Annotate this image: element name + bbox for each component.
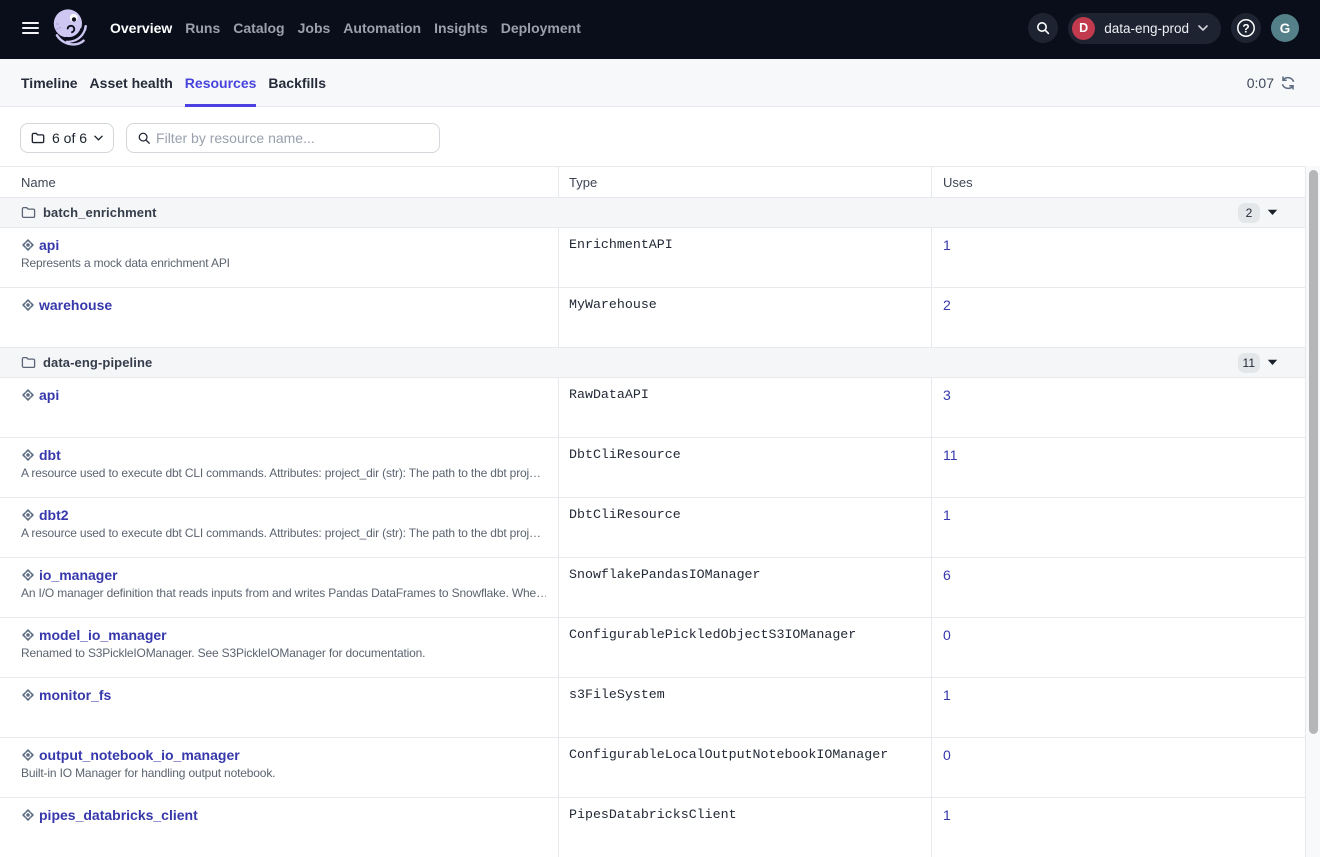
svg-text:?: ? xyxy=(1242,21,1249,35)
